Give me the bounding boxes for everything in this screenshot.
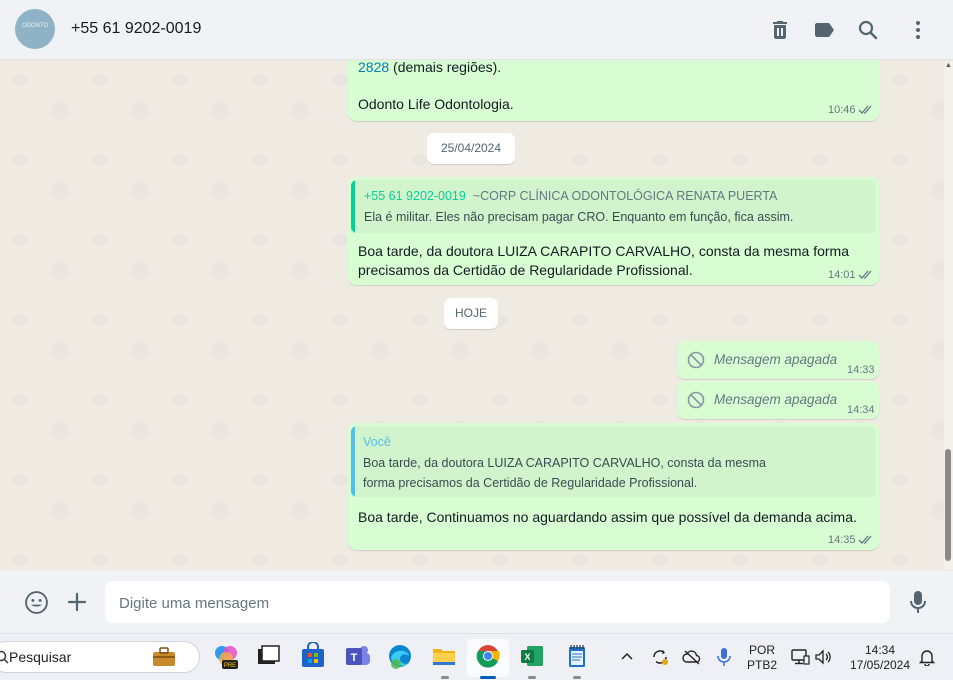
message-text: Odonto Life Odontologia. [358,96,514,112]
chevron-up-icon[interactable] [620,651,634,661]
quote-author: Você [363,435,391,449]
os-taskbar: Pesquisar PRE T X POR PTB2 14:34 17/05/2… [0,633,953,680]
microphone-icon[interactable] [716,647,732,667]
composer [0,571,953,633]
active-indicator [480,676,496,679]
file-explorer-icon[interactable] [430,642,458,670]
language-code: POR [748,643,775,657]
notepad-icon[interactable] [563,642,591,670]
store-icon[interactable] [299,642,327,670]
plus-icon[interactable] [65,590,89,614]
microphone-icon[interactable] [906,589,930,615]
clock[interactable]: 14:34 17/05/2024 [842,643,918,673]
message-text: Boa tarde, da doutora LUIZA CARAPITO CAR… [358,243,849,259]
sync-icon[interactable] [650,647,670,667]
message-time: 14:34 [847,404,875,416]
message-bubble[interactable]: Mensagem apagada 14:33 [677,341,879,379]
quote-text: Ela é militar. Eles não precisam pagar C… [364,210,794,224]
clock-date: 17/05/2024 [849,658,911,672]
contact-name[interactable]: +55 61 9202-0019 [71,20,201,38]
running-indicator [528,676,536,679]
message-text: Mensagem apagada [714,352,838,367]
quote-text: forma precisamos da Certidão de Regulari… [363,476,698,490]
scrollbar-thumb[interactable] [945,449,951,561]
teams-icon[interactable]: T [343,642,371,670]
deleted-icon [687,351,705,369]
trash-icon[interactable] [768,18,792,42]
running-indicator [441,676,449,679]
message-bubble[interactable]: Mensagem apagada 14:34 [677,381,879,419]
more-vertical-icon[interactable] [906,18,930,42]
keyboard-layout: PTB2 [746,658,777,672]
message-time: 14:33 [847,364,875,376]
phone-link[interactable]: 2828 [358,60,389,75]
quoted-message[interactable]: Você Boa tarde, da doutora LUIZA CARAPIT… [351,426,876,497]
avatar-logo-text: ODONTO [22,23,49,29]
search-icon[interactable] [856,18,880,42]
deleted-icon [687,391,705,409]
quoted-message[interactable]: +55 61 9202-0019 ~CORP CLÍNICA ODONTOLÓG… [351,180,876,233]
volume-icon[interactable] [814,648,832,666]
copilot-icon[interactable]: PRE [212,642,240,670]
svg-text:X: X [524,652,530,662]
date-separator: 25/04/2024 [427,133,515,164]
chat-header: ODONTO +55 61 9202-0019 [0,0,953,60]
taskbar-search-label: Pesquisar [9,649,72,665]
taskbar-search-box[interactable]: Pesquisar [0,641,200,673]
message-time: 10:46 [828,104,856,116]
message-text: Mensagem apagada [714,392,838,407]
network-icon[interactable] [790,648,810,666]
label-icon[interactable] [812,18,836,42]
language-indicator[interactable]: POR PTB2 [743,643,781,673]
message-time: 14:35 [828,534,856,546]
message-bubble[interactable]: +55 61 9202-0019 ~CORP CLÍNICA ODONTOLÓG… [348,177,879,285]
avatar[interactable]: ODONTO [15,9,55,49]
briefcase-icon [153,647,175,666]
read-ticks-icon [858,105,872,114]
running-indicator [573,676,581,679]
message-text: (demais regiões). [389,60,502,75]
svg-text:PRE: PRE [224,663,236,669]
task-view-icon[interactable] [254,642,282,670]
quote-text: Boa tarde, da doutora LUIZA CARAPITO CAR… [363,456,766,470]
svg-text:T: T [351,652,358,664]
quote-author: +55 61 9202-0019 [364,189,466,203]
chrome-icon[interactable] [474,642,502,670]
message-text: Boa tarde, Continuamos no aguardando ass… [358,509,857,525]
excel-icon[interactable]: X [518,642,546,670]
message-list[interactable]: 2828 (demais regiões). Odonto Life Odont… [0,60,953,571]
notification-bell-icon[interactable] [918,648,936,666]
edge-icon[interactable] [386,642,414,670]
message-time: 14:01 [828,269,856,281]
message-input[interactable] [117,581,881,625]
scrollbar[interactable]: ▲ [944,62,953,569]
clock-time: 14:34 [864,643,896,657]
emoji-icon[interactable] [24,590,49,615]
message-text: precisamos da Certidão de Regularidade P… [358,262,693,278]
quote-author-name: ~CORP CLÍNICA ODONTOLÓGICA RENATA PUERTA [472,189,778,203]
read-ticks-icon [858,270,872,279]
message-bubble[interactable]: 2828 (demais regiões). Odonto Life Odont… [348,60,879,121]
cloud-offline-icon[interactable] [682,649,702,665]
read-ticks-icon [858,535,872,544]
scroll-up-arrow-icon[interactable]: ▲ [944,62,953,69]
search-icon [0,650,9,664]
message-bubble[interactable]: Você Boa tarde, da doutora LUIZA CARAPIT… [348,423,879,550]
date-separator: HOJE [444,298,498,329]
message-input-box[interactable] [105,581,890,625]
